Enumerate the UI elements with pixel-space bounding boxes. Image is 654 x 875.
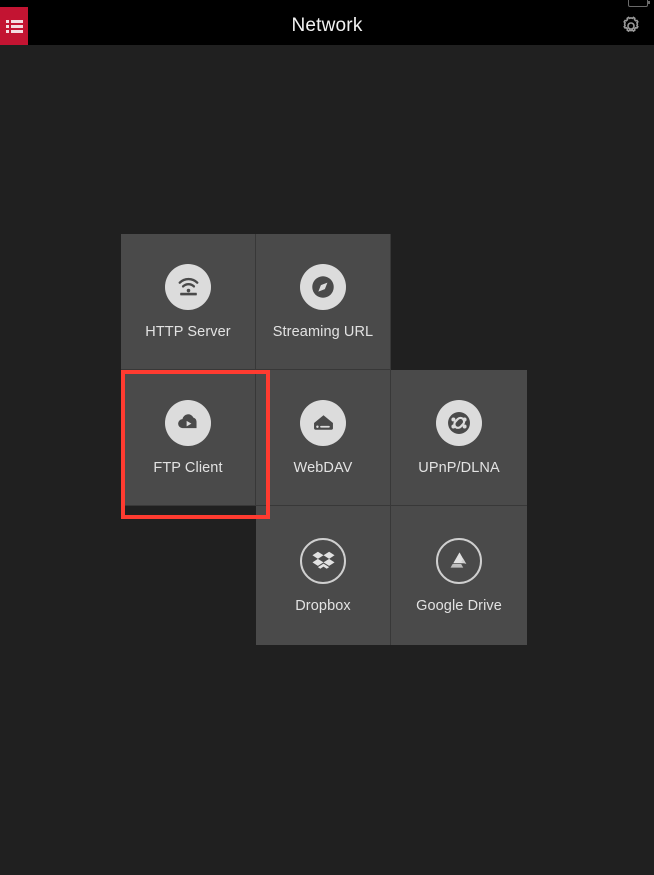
compass-icon (300, 264, 346, 310)
tile-label: WebDAV (294, 460, 353, 476)
tile-dropbox[interactable]: Dropbox (256, 506, 391, 645)
tile-http-server[interactable]: HTTP Server (121, 234, 256, 370)
dropbox-icon (300, 538, 346, 584)
battery-icon (628, 0, 648, 7)
page-title: Network (0, 7, 654, 45)
gear-icon (620, 15, 642, 37)
disk-drive-icon (300, 400, 346, 446)
cloud-play-icon (165, 400, 211, 446)
share-nodes-icon (436, 400, 482, 446)
tile-streaming-url[interactable]: Streaming URL (256, 234, 391, 370)
tile-webdav[interactable]: WebDAV (256, 370, 391, 506)
tile-label: FTP Client (153, 460, 222, 476)
tile-label: Streaming URL (273, 324, 373, 340)
app-root: Network HTTP Server (0, 0, 654, 875)
tile-ftp-client[interactable]: FTP Client (121, 370, 256, 506)
tile-label: HTTP Server (145, 324, 230, 340)
tile-label: UPnP/DLNA (418, 460, 500, 476)
tile-label: Google Drive (416, 598, 502, 614)
status-bar (0, 0, 654, 7)
network-services-grid: HTTP Server Streaming URL FTP Client (121, 234, 527, 645)
tile-google-drive[interactable]: Google Drive (391, 506, 527, 645)
settings-button[interactable] (616, 11, 646, 41)
navigation-bar: Network (0, 7, 654, 45)
wifi-server-icon (165, 264, 211, 310)
google-drive-icon (436, 538, 482, 584)
tile-upnp-dlna[interactable]: UPnP/DLNA (391, 370, 527, 506)
tile-label: Dropbox (295, 598, 351, 614)
